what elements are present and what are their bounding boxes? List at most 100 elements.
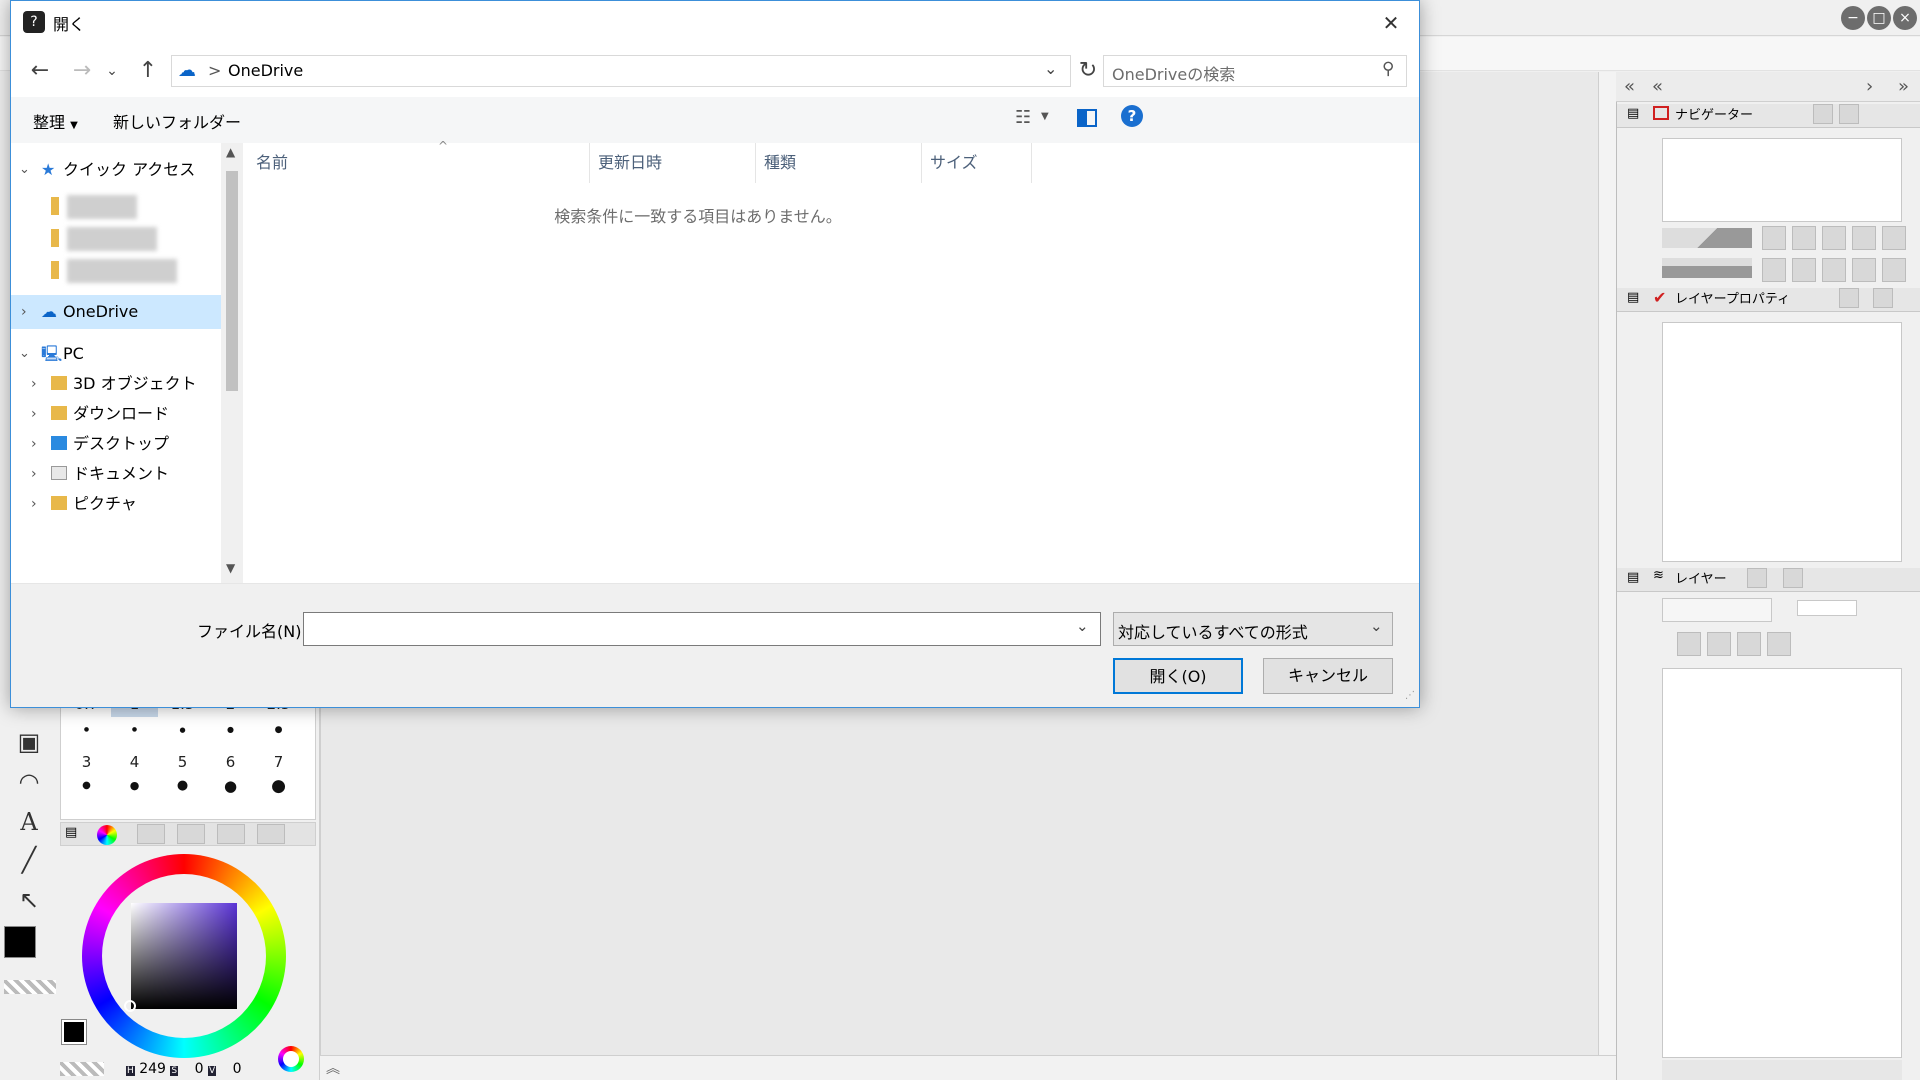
panel-tab-icon[interactable] (1839, 288, 1859, 308)
address-dropdown-icon[interactable]: ⌄ (1044, 59, 1057, 78)
brush-size-cell[interactable]: 5 (159, 749, 206, 775)
scroll-up-icon[interactable]: ▲ (226, 145, 235, 159)
open-button[interactable]: 開く(O) (1113, 658, 1243, 694)
file-list[interactable]: ^ 名前 更新日時 種類 サイズ 検索条件に一致する項目はありません。 (248, 139, 1419, 583)
color-slider-tab-icon[interactable] (137, 824, 165, 844)
view-dropdown-icon[interactable]: ▼ (1041, 111, 1049, 122)
view-options-icon[interactable]: ☷ (1015, 107, 1031, 128)
maximize-window-button[interactable]: □ (1867, 6, 1891, 30)
redacted-folder-name[interactable] (67, 195, 137, 219)
nav-item-pc[interactable]: ⌄ 🖳 PC (11, 337, 221, 371)
close-window-button[interactable]: × (1893, 6, 1917, 30)
lock-icon[interactable] (1767, 632, 1791, 656)
zoom-in-icon[interactable] (1792, 226, 1816, 250)
chevron-right-icon[interactable]: › (31, 457, 37, 491)
reset-icon[interactable] (1882, 226, 1906, 250)
nav-item-quick-access[interactable]: ⌄ ★ クイック アクセス (11, 153, 221, 187)
nav-item-desktop[interactable]: › デスクトップ (11, 427, 221, 461)
column-header-modified[interactable]: 更新日時 (590, 143, 756, 183)
brush-size-cell[interactable]: 7 (255, 749, 302, 775)
blur-tool-icon[interactable]: ◠ (12, 768, 46, 802)
current-color-swatch[interactable] (61, 1019, 87, 1045)
search-icon[interactable]: ⚲ (1382, 59, 1394, 79)
panel-menu-icon[interactable]: ▤ (65, 825, 77, 840)
brush-size-cell[interactable]: 3 (63, 749, 110, 775)
lock-icon[interactable] (1737, 632, 1761, 656)
panel-menu-icon[interactable]: ▤ (1627, 290, 1639, 305)
resize-grip-icon[interactable]: ⋰ (1405, 690, 1415, 701)
rotate-slider[interactable] (1662, 258, 1752, 278)
color-set-tab-icon[interactable] (177, 824, 205, 844)
layer-list[interactable] (1662, 668, 1902, 1058)
fit-icon[interactable] (1822, 226, 1846, 250)
color-mode-icon[interactable] (278, 1046, 304, 1072)
nav-item-3d-objects[interactable]: › 3D オブジェクト (11, 367, 221, 401)
double-chevron-left-icon[interactable]: « (1652, 76, 1663, 97)
panel-tab-icon[interactable] (1873, 288, 1893, 308)
chevron-down-icon[interactable]: ⌄ (19, 337, 30, 371)
canvas-scrollbar[interactable] (1598, 72, 1616, 1060)
chevron-right-icon[interactable]: › (31, 427, 37, 461)
column-header-type[interactable]: 種類 (756, 143, 922, 183)
color-picker-handle[interactable] (124, 1000, 136, 1012)
expand-icon[interactable] (1852, 226, 1876, 250)
color-wheel-tab-icon[interactable] (97, 825, 117, 845)
flip-icon[interactable] (1822, 258, 1846, 282)
chevron-right-icon[interactable]: › (21, 295, 27, 329)
breadcrumb-onedrive[interactable]: OneDrive (228, 61, 303, 80)
preview-pane-icon[interactable] (1077, 109, 1097, 127)
rotate-reset-icon[interactable] (1852, 258, 1876, 282)
panel-tab-icon[interactable] (1783, 568, 1803, 588)
panel-menu-icon[interactable]: ▤ (1627, 570, 1639, 585)
brush-size-cell[interactable]: 6 (207, 749, 254, 775)
help-icon[interactable]: ? (1121, 105, 1143, 127)
scroll-thumb[interactable] (226, 171, 238, 391)
panel-menu-icon[interactable]: ▤ (1627, 106, 1639, 121)
zoom-slider[interactable] (1662, 228, 1752, 248)
search-box[interactable]: OneDriveの検索 ⚲ (1103, 55, 1407, 87)
address-bar[interactable]: ☁ > OneDrive ⌄ (171, 55, 1071, 87)
chevron-right-icon[interactable]: › (31, 487, 37, 521)
main-color-swatch[interactable] (4, 926, 36, 958)
double-chevron-right-icon[interactable]: » (1898, 76, 1909, 97)
close-dialog-button[interactable]: ✕ (1373, 7, 1409, 39)
recent-locations-icon[interactable]: ⌄ (103, 56, 121, 86)
flip-vertical-icon[interactable] (1882, 258, 1906, 282)
approx-color-tab-icon[interactable] (257, 824, 285, 844)
saturation-value-square[interactable] (131, 903, 237, 1009)
hue-ring[interactable] (82, 854, 286, 1058)
transparent-color-swatch[interactable] (4, 980, 56, 994)
panel-tab-icon[interactable] (1813, 104, 1833, 124)
filetype-select[interactable]: 対応しているすべての形式 ⌄ (1113, 612, 1393, 646)
zoom-out-icon[interactable] (1762, 226, 1786, 250)
minimize-window-button[interactable]: − (1841, 6, 1865, 30)
brush-size-cell[interactable]: 4 (111, 749, 158, 775)
chevron-right-icon[interactable]: › (1866, 76, 1873, 97)
forward-arrow-icon[interactable]: → (67, 56, 97, 86)
opacity-field[interactable] (1797, 600, 1857, 616)
blend-mode-select[interactable] (1662, 598, 1772, 622)
refresh-icon[interactable]: ↻ (1073, 56, 1103, 86)
back-arrow-icon[interactable]: ← (25, 56, 55, 86)
tab-layer-property[interactable]: レイヤープロパティ (1675, 288, 1790, 312)
transparent-swatch[interactable] (60, 1062, 104, 1076)
chevron-down-icon[interactable]: ⌄ (19, 153, 30, 187)
tab-navigator[interactable]: ナビゲーター (1675, 104, 1753, 128)
cancel-button[interactable]: キャンセル (1263, 658, 1393, 694)
scroll-down-icon[interactable]: ▼ (226, 561, 235, 575)
layer-lock-icon[interactable] (1677, 632, 1701, 656)
breadcrumb-separator[interactable]: > (208, 61, 221, 80)
organize-button[interactable]: 整理 ▼ (33, 109, 78, 133)
redacted-folder-name[interactable] (67, 259, 177, 283)
rotate-right-icon[interactable] (1792, 258, 1816, 282)
tab-layer[interactable]: レイヤー (1675, 568, 1727, 592)
nav-item-documents[interactable]: › ドキュメント (11, 457, 221, 491)
filename-dropdown-icon[interactable]: ⌄ (1076, 617, 1089, 635)
panel-tab-icon[interactable] (1747, 568, 1767, 588)
filename-input[interactable]: ⌄ (303, 612, 1101, 646)
new-folder-button[interactable]: 新しいフォルダー (113, 109, 241, 133)
nav-item-downloads[interactable]: › ダウンロード (11, 397, 221, 431)
column-header-name[interactable]: 名前 (248, 143, 590, 183)
nav-item-onedrive[interactable]: › ☁ OneDrive (11, 295, 221, 329)
panel-tab-icon[interactable] (1839, 104, 1859, 124)
